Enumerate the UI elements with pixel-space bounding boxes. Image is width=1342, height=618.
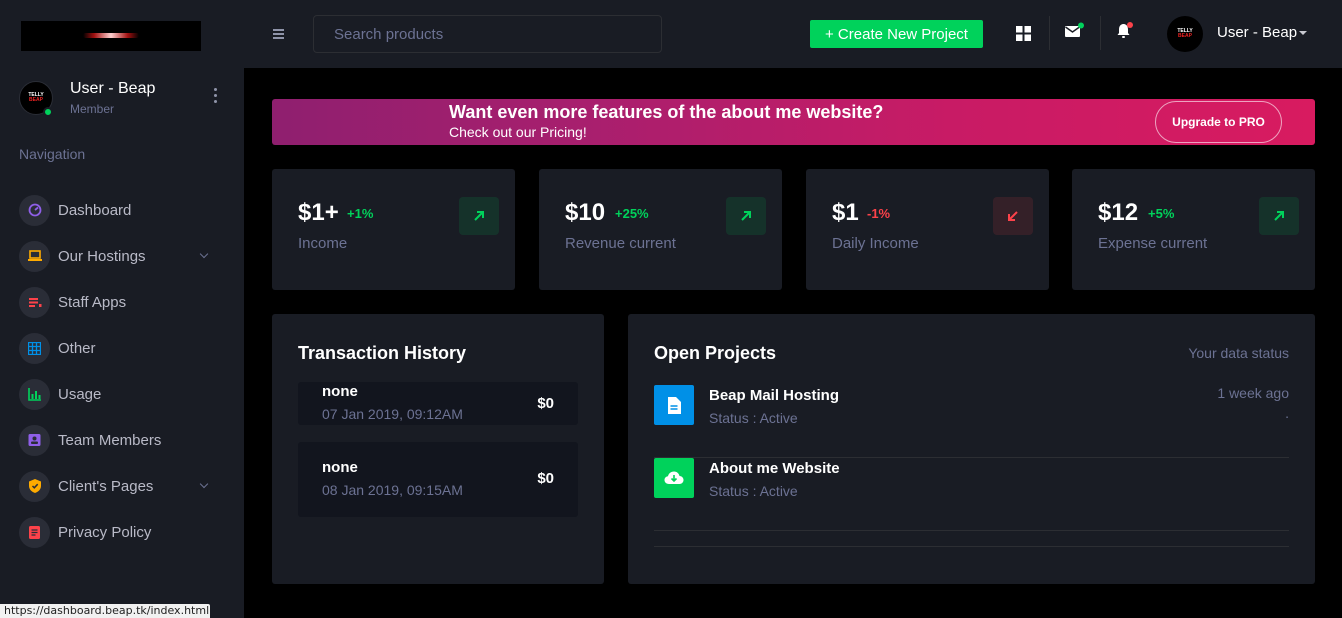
sidebar-item-our-hostings[interactable]: Our Hostings: [19, 233, 219, 279]
navbar-divider: [1049, 16, 1050, 50]
stat-label: Daily Income: [832, 235, 919, 252]
chart-bar-icon: [19, 378, 50, 410]
sidebar-item-label: Dashboard: [58, 201, 132, 219]
project-name: About me Website: [709, 460, 840, 477]
profile-role: Member: [70, 102, 115, 116]
project-time: 1 week ago: [1217, 385, 1289, 401]
sidebar-item-label: Other: [58, 339, 96, 357]
online-status-dot: [43, 107, 53, 117]
contacts-icon: [19, 424, 50, 456]
menu-toggle-icon[interactable]: [273, 29, 284, 41]
navbar-divider: [1100, 16, 1101, 50]
stat-label: Expense current: [1098, 235, 1208, 252]
transaction-amount: $0: [537, 470, 554, 487]
project-status: Status : Active: [709, 483, 798, 499]
stat-change: -1%: [867, 206, 891, 221]
sidebar-item-label: Staff Apps: [58, 293, 127, 311]
stat-change: +1%: [347, 206, 374, 221]
top-navbar: + Create New Project TELLYBEAP User - Be…: [244, 0, 1342, 68]
data-status-label: Your data status: [1188, 345, 1289, 361]
transaction-date: 08 Jan 2019, 09:15AM: [322, 482, 463, 498]
navbar-user-name[interactable]: User - Beap: [1217, 24, 1297, 41]
sidebar-nav: Dashboard Our Hostings Staff Apps Other: [19, 187, 219, 555]
brand-area: [0, 0, 244, 68]
stat-value: $1+: [298, 199, 339, 226]
sidebar-item-label: Client's Pages: [58, 477, 154, 495]
stat-change: +25%: [615, 206, 649, 221]
chevron-down-icon: [199, 249, 209, 259]
transaction-item[interactable]: none 08 Jan 2019, 09:15AM $0: [298, 442, 578, 517]
sidebar-item-staff-apps[interactable]: Staff Apps: [19, 279, 219, 325]
sidebar: TELLY BEAP User - Beap Member Navigation …: [0, 0, 244, 618]
stat-value: $10: [565, 199, 606, 226]
bell-icon[interactable]: [1114, 20, 1136, 42]
sidebar-item-usage[interactable]: Usage: [19, 371, 219, 417]
project-item[interactable]: About me Website Status : Active: [654, 458, 1289, 531]
caret-down-icon[interactable]: [1299, 31, 1307, 35]
search-input[interactable]: [313, 15, 662, 53]
stat-label: Income: [298, 235, 348, 252]
create-new-project-button[interactable]: + Create New Project: [810, 20, 983, 48]
arrow-up-right-icon: [1259, 197, 1299, 235]
sidebar-profile: TELLY BEAP User - Beap Member: [19, 80, 229, 120]
grid-view-icon[interactable]: [1012, 22, 1034, 44]
sidebar-item-label: Our Hostings: [58, 247, 146, 265]
banner-subtitle: Check out our Pricing!: [449, 124, 587, 140]
stat-value: $12: [1098, 199, 1139, 226]
stat-value: $1: [832, 199, 859, 226]
laptop-icon: [19, 240, 50, 272]
sidebar-item-privacy-policy[interactable]: Privacy Policy: [19, 509, 219, 555]
sidebar-item-label: Usage: [58, 385, 102, 403]
stat-card-income: $1+ +1% Income: [272, 169, 515, 290]
arrow-down-left-icon: [993, 197, 1033, 235]
transaction-item[interactable]: none 07 Jan 2019, 09:12AM $0: [298, 382, 578, 425]
stat-card-expense: $12 +5% Expense current: [1072, 169, 1315, 290]
sidebar-item-dashboard[interactable]: Dashboard: [19, 187, 219, 233]
promo-banner: Want even more features of the about me …: [272, 99, 1315, 145]
transaction-amount: $0: [537, 395, 554, 412]
stat-card-daily-income: $1 -1% Daily Income: [806, 169, 1049, 290]
playlist-icon: [19, 286, 50, 318]
sidebar-item-other[interactable]: Other: [19, 325, 219, 371]
sidebar-item-label: Privacy Policy: [58, 523, 152, 541]
project-status: Status : Active: [709, 410, 798, 426]
profile-name: User - Beap: [70, 80, 156, 97]
table-icon: [19, 332, 50, 364]
project-extra: .: [1285, 405, 1289, 421]
transaction-history-card: Transaction History none 07 Jan 2019, 09…: [272, 314, 604, 584]
mail-icon[interactable]: [1063, 20, 1085, 42]
chevron-down-icon: [199, 479, 209, 489]
transaction-name: none: [322, 459, 358, 476]
speedometer-icon: [19, 194, 50, 226]
arrow-up-right-icon: [459, 197, 499, 235]
nav-title: Navigation: [19, 146, 86, 162]
upgrade-to-pro-button[interactable]: Upgrade to PRO: [1155, 101, 1282, 143]
brand-logo[interactable]: [21, 21, 201, 51]
cloud-download-icon: [654, 458, 694, 498]
sidebar-item-team-members[interactable]: Team Members: [19, 417, 219, 463]
open-projects-card: Open Projects Your data status Beap Mail…: [628, 314, 1315, 584]
sidebar-item-label: Team Members: [58, 431, 162, 449]
sidebar-item-clients-pages[interactable]: Client's Pages: [19, 463, 219, 509]
stat-change: +5%: [1148, 206, 1175, 221]
project-item[interactable]: Beap Mail Hosting Status : Active 1 week…: [654, 385, 1289, 458]
arrow-up-right-icon: [726, 197, 766, 235]
card-title: Open Projects: [654, 343, 777, 363]
stat-label: Revenue current: [565, 235, 676, 252]
transaction-date: 07 Jan 2019, 09:12AM: [322, 406, 463, 422]
card-title: Transaction History: [298, 343, 467, 363]
navbar-avatar[interactable]: TELLY BEAP: [1167, 16, 1203, 52]
stat-card-revenue: $10 +25% Revenue current: [539, 169, 782, 290]
project-name: Beap Mail Hosting: [709, 387, 840, 404]
divider: [654, 546, 1289, 547]
file-icon: [654, 385, 694, 425]
banner-title: Want even more features of the about me …: [449, 102, 884, 122]
transaction-name: none: [322, 383, 358, 400]
more-vertical-icon[interactable]: [211, 88, 219, 106]
file-document-icon: [19, 516, 50, 548]
shield-icon: [19, 470, 50, 502]
browser-status-url: https://dashboard.beap.tk/index.html: [0, 604, 210, 618]
